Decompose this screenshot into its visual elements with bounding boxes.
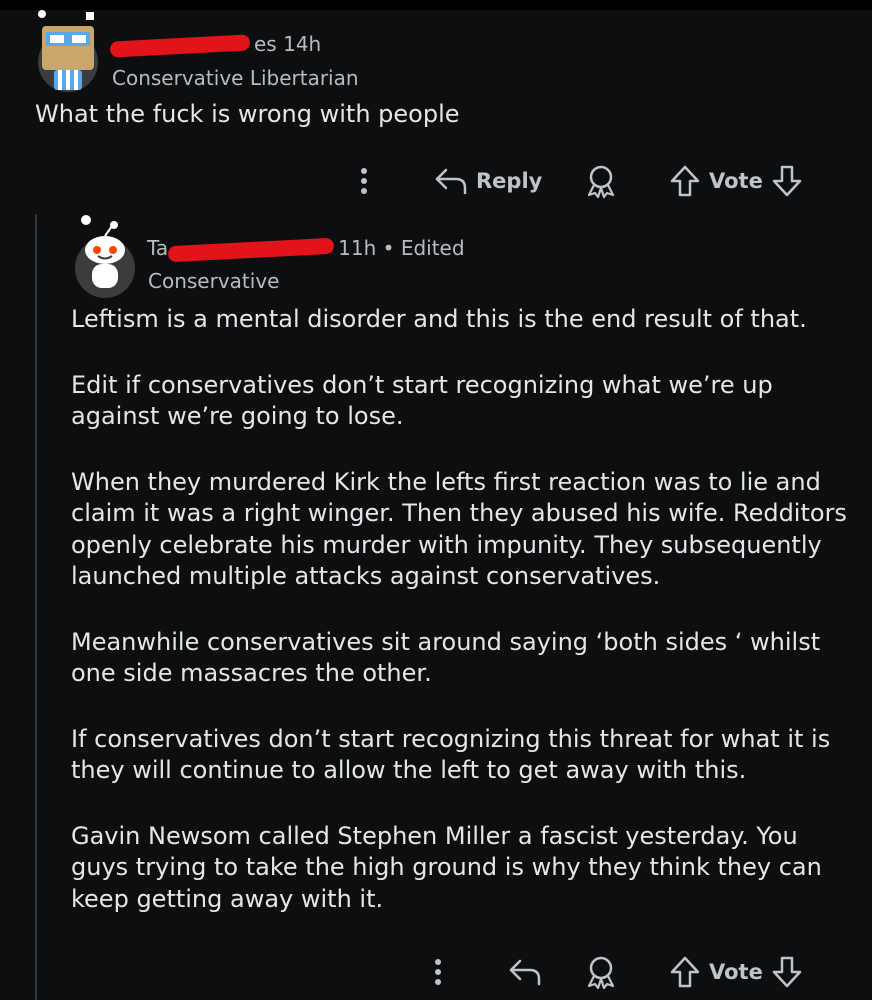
downvote-icon[interactable] — [771, 955, 803, 989]
downvote-icon[interactable] — [771, 164, 803, 198]
edited-label: Edited — [400, 236, 465, 260]
comment-paragraph: Meanwhile conservatives sit around sayin… — [71, 627, 821, 688]
comment-paragraph: Gavin Newsom called Stephen Miller a fas… — [71, 821, 822, 913]
comment-time: 11h — [338, 236, 377, 260]
more-options-icon — [361, 168, 367, 194]
comment-meta: Ta 11h • Edited — [147, 236, 465, 262]
vote-label: Vote — [709, 169, 763, 193]
comment-paragraph: Leftism is a mental disorder and this is… — [71, 305, 807, 333]
reply-icon — [509, 959, 541, 986]
comment-meta: es 14h — [109, 32, 322, 58]
redacted-username — [167, 237, 335, 262]
comment-paragraph: When they murdered Kirk the lefts first … — [71, 467, 847, 591]
thread-line[interactable] — [35, 214, 37, 1000]
more-options-button[interactable] — [352, 159, 376, 203]
comment-time: 14h — [283, 32, 322, 56]
reddit-comment-thread: es 14h Conservative Libertarian What the… — [0, 0, 872, 1000]
comment-paragraph: Edit if conservatives don’t start recogn… — [71, 370, 773, 431]
user-flair: Conservative Libertarian — [112, 66, 359, 90]
comment-action-bar: Reply Vote — [0, 159, 872, 203]
user-avatar[interactable] — [72, 212, 138, 298]
award-button[interactable] — [584, 159, 618, 203]
more-options-button[interactable] — [426, 950, 450, 994]
comment-paragraph: If conservatives don’t start recognizing… — [71, 724, 831, 785]
reply-icon — [435, 168, 467, 195]
award-button[interactable] — [584, 950, 618, 994]
upvote-icon[interactable] — [669, 164, 701, 198]
comment-action-bar: Vote — [0, 950, 872, 994]
vote-control: Vote — [669, 950, 803, 994]
award-icon — [587, 956, 615, 989]
reply-button[interactable]: Reply — [434, 159, 542, 203]
upvote-icon[interactable] — [669, 955, 701, 989]
username-fragment: es — [254, 32, 277, 56]
comment-body: Leftism is a mental disorder and this is… — [71, 304, 861, 949]
reply-button[interactable] — [508, 950, 542, 994]
vote-label: Vote — [709, 960, 763, 984]
award-icon — [587, 165, 615, 198]
more-options-icon — [435, 959, 441, 985]
user-flair: Conservative — [148, 269, 280, 293]
user-avatar[interactable] — [32, 8, 104, 94]
username-fragment: Ta — [147, 236, 169, 260]
comment-body: What the fuck is wrong with people — [35, 100, 460, 128]
reply-label: Reply — [476, 169, 543, 193]
redacted-username — [109, 33, 251, 58]
vote-control: Vote — [669, 159, 803, 203]
meta-separator: • — [382, 236, 395, 260]
status-bar-strip — [0, 0, 872, 10]
